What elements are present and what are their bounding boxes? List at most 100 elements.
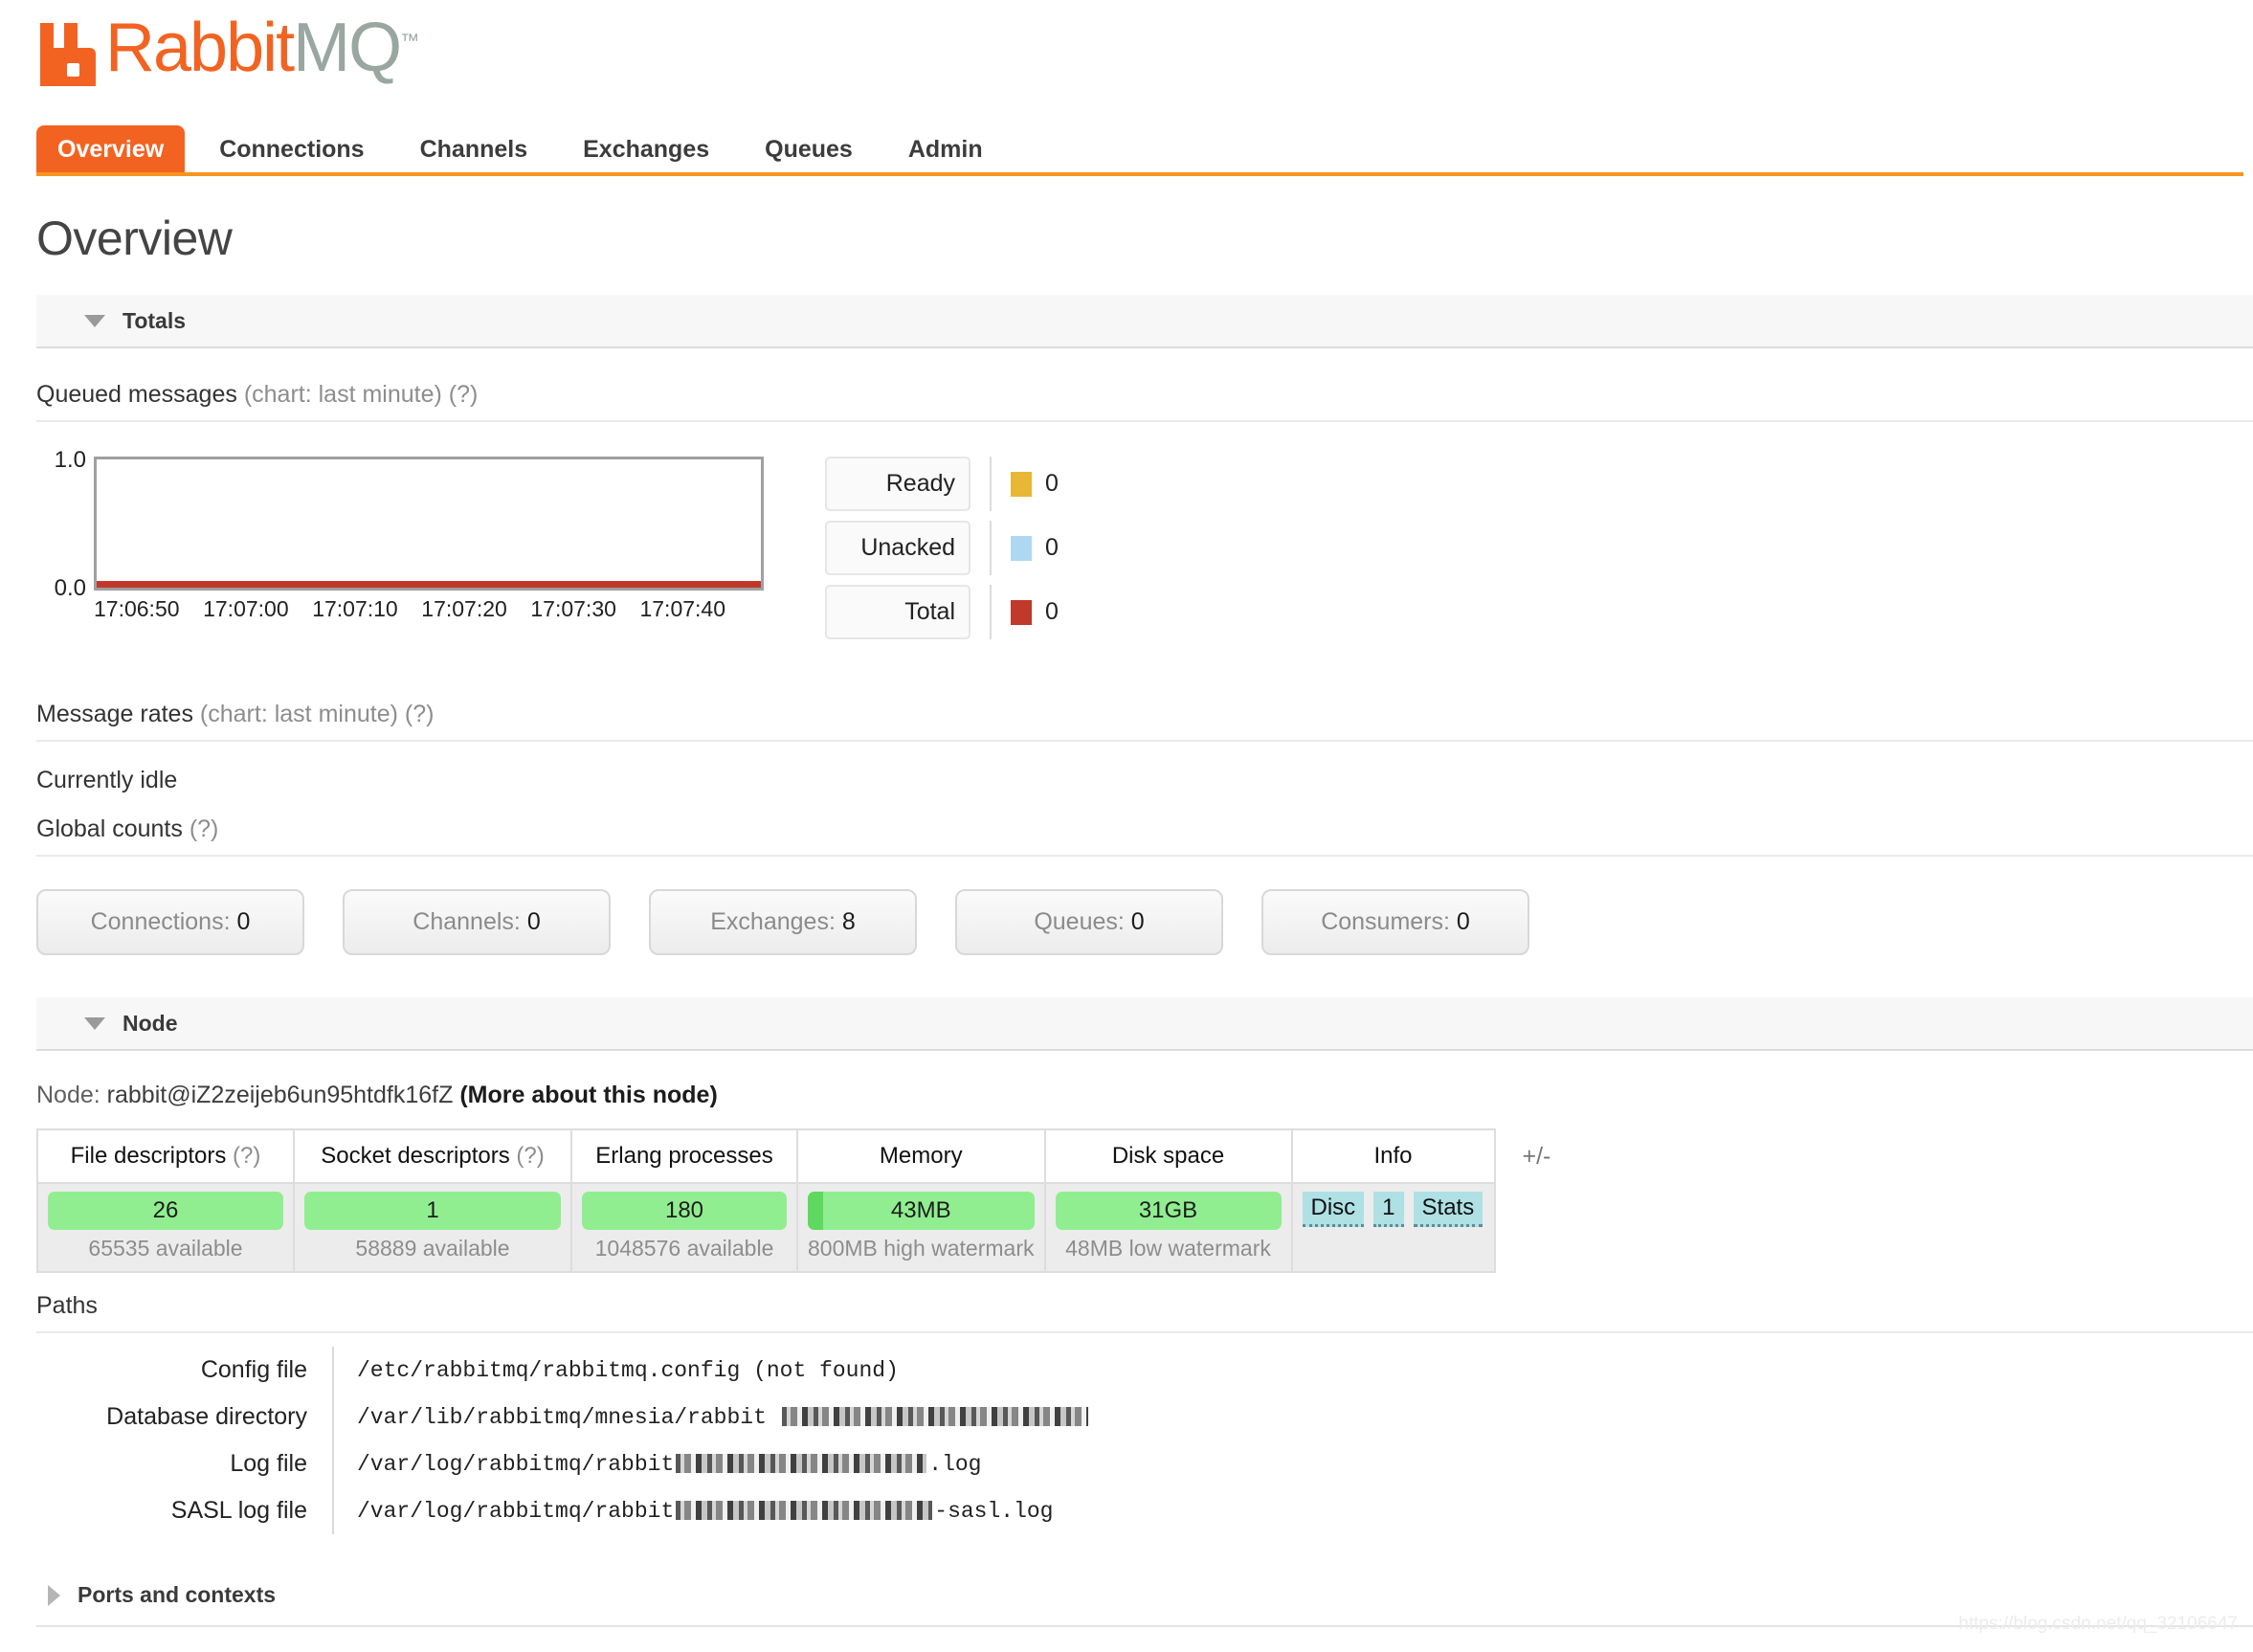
section-header-ports-and-contexts[interactable]: Ports and contexts (36, 1567, 2253, 1627)
x-axis-tick: 17:07:20 (421, 596, 507, 621)
path-suffix: .log (928, 1451, 982, 1477)
message-rates-help-icon[interactable]: (?) (405, 701, 435, 727)
path-text: /var/lib/rabbitmq/mnesia/rabbit (357, 1404, 780, 1430)
count-label-exchanges: Exchanges: (710, 908, 836, 935)
y-axis-tick-max: 1.0 (54, 447, 86, 473)
legend-button-unacked[interactable]: Unacked (825, 521, 970, 575)
section-title-totals: Totals (123, 307, 187, 333)
section-title-ports-and-contexts: Ports and contexts (78, 1582, 277, 1607)
count-box-exchanges[interactable]: Exchanges: 8 (649, 889, 917, 955)
count-value-connections: 0 (236, 908, 251, 935)
tab-connections[interactable]: Connections (198, 125, 385, 176)
path-label-database-directory: Database directory (36, 1394, 334, 1440)
count-box-queues[interactable]: Queues: 0 (955, 889, 1223, 955)
more-about-node-link[interactable]: (More about this node) (459, 1082, 717, 1108)
count-box-channels[interactable]: Channels: 0 (343, 889, 611, 955)
badge-disc[interactable]: Disc (1302, 1192, 1365, 1227)
message-rates-label: Message rates (36, 701, 193, 727)
tab-exchanges[interactable]: Exchanges (562, 125, 730, 176)
chart-legend: Ready 0 Unacked 0 Total 0 (825, 457, 1059, 649)
path-text: /var/log/rabbitmq/rabbit (357, 1451, 675, 1477)
count-label-consumers: Consumers: (1321, 908, 1450, 935)
section-header-import-export-definitions[interactable]: Import / export definitions (36, 1642, 2253, 1652)
path-label-config-file: Config file (36, 1347, 334, 1394)
column-label-erlang-processes: Erlang processes (595, 1143, 773, 1169)
file-descriptors-help-icon[interactable]: (?) (233, 1143, 260, 1169)
brand-logo[interactable]: RabbitMQ™ (0, 0, 2253, 105)
cell-socket-descriptors: 1 58889 available (293, 1183, 572, 1273)
socket-descriptors-note: 58889 available (355, 1236, 510, 1261)
nav-underline (36, 172, 2243, 176)
badge-count[interactable]: 1 (1373, 1192, 1404, 1227)
chart-series-total-line (97, 581, 761, 588)
chevron-down-icon (84, 314, 105, 327)
column-label-file-descriptors: File descriptors (70, 1143, 227, 1169)
erlang-processes-bar: 180 (582, 1192, 787, 1230)
legend-value-unacked: 0 (1045, 534, 1059, 561)
page-watermark: https://blog.csdn.net/qq_32106647 (1958, 1614, 2238, 1634)
tab-overview[interactable]: Overview (36, 125, 186, 176)
message-rates-status: Currently idle (36, 767, 178, 793)
x-axis-tick: 17:07:30 (530, 596, 616, 621)
legend-swatch-ready (1011, 471, 1032, 497)
count-box-consumers[interactable]: Consumers: 0 (1261, 889, 1529, 955)
path-label-log-file: Log file (36, 1440, 334, 1487)
legend-button-total[interactable]: Total (825, 585, 970, 639)
cell-erlang-processes: 180 1048576 available (570, 1183, 798, 1273)
global-counts-label: Global counts (36, 815, 183, 842)
path-text: /var/log/rabbitmq/rabbit (357, 1498, 675, 1524)
chart-x-axis: 17:06:50 17:07:00 17:07:10 17:07:20 17:0… (94, 596, 764, 622)
count-value-channels: 0 (526, 908, 541, 935)
chevron-right-icon (48, 1584, 60, 1606)
node-name-value: rabbit@iZ2zeijeb6un95htdfk16fZ (106, 1082, 454, 1108)
column-label-memory: Memory (879, 1143, 963, 1169)
path-text: /etc/rabbitmq/rabbitmq.config (not found… (357, 1357, 899, 1383)
table-row: 26 65535 available 1 58889 available 180… (36, 1183, 1561, 1273)
plus-minus-toggle[interactable]: +/- (1495, 1129, 1562, 1183)
count-value-exchanges: 8 (841, 908, 856, 935)
memory-note: 800MB high watermark (808, 1236, 1035, 1261)
queued-messages-heading: Queued messages (chart: last minute) (?) (36, 381, 2253, 422)
global-counts-heading: Global counts (?) (36, 815, 2253, 857)
tab-channels[interactable]: Channels (399, 125, 549, 176)
count-value-queues: 0 (1130, 908, 1145, 935)
queued-messages-chart-row: 1.0 0.0 17:06:50 17:07:00 17:07:10 17:07… (36, 447, 2253, 649)
tab-admin[interactable]: Admin (887, 125, 1004, 176)
redacted-path-segment (781, 1407, 1088, 1427)
y-axis-tick-min: 0.0 (54, 575, 86, 601)
memory-bar: 43MB (808, 1192, 1035, 1230)
section-header-totals[interactable]: Totals (36, 295, 2253, 348)
chart-plot-area (94, 457, 764, 591)
file-descriptors-note: 65535 available (88, 1236, 243, 1261)
redacted-path-segment (676, 1501, 933, 1521)
legend-button-ready[interactable]: Ready (825, 457, 970, 511)
page-title: Overview (36, 212, 233, 265)
legend-divider (990, 585, 992, 639)
main-navigation: Overview Connections Channels Exchanges … (0, 123, 2253, 176)
section-title-node: Node (123, 1010, 178, 1036)
count-box-connections[interactable]: Connections: 0 (36, 889, 304, 955)
redacted-path-segment (676, 1454, 927, 1474)
global-counts-help-icon[interactable]: (?) (190, 815, 219, 842)
table-row: SASL log file /var/log/rabbitmq/rabbit -s… (36, 1487, 1090, 1534)
paths-heading: Paths (36, 1292, 2253, 1333)
legend-divider (990, 521, 992, 575)
legend-divider (990, 457, 992, 511)
socket-descriptors-help-icon[interactable]: (?) (516, 1143, 544, 1169)
column-header-erlang-processes: Erlang processes (570, 1128, 798, 1184)
path-label-sasl-log-file: SASL log file (36, 1487, 334, 1534)
legend-value-ready: 0 (1045, 470, 1059, 497)
count-label-connections: Connections: (90, 908, 231, 935)
cell-memory: 43MB 800MB high watermark (796, 1183, 1046, 1273)
tab-queues[interactable]: Queues (744, 125, 874, 176)
queued-messages-help-icon[interactable]: (?) (449, 381, 479, 408)
message-rates-note: (chart: last minute) (199, 701, 398, 727)
x-axis-tick: 17:07:40 (639, 596, 725, 621)
legend-row-total: Total 0 (825, 585, 1059, 639)
column-label-socket-descriptors: Socket descriptors (321, 1143, 510, 1169)
badge-stats[interactable]: Stats (1413, 1192, 1483, 1227)
erlang-processes-note: 1048576 available (594, 1236, 774, 1261)
column-header-file-descriptors: File descriptors (?) (36, 1128, 295, 1184)
node-label: Node: (36, 1082, 100, 1108)
section-header-node[interactable]: Node (36, 997, 2253, 1051)
